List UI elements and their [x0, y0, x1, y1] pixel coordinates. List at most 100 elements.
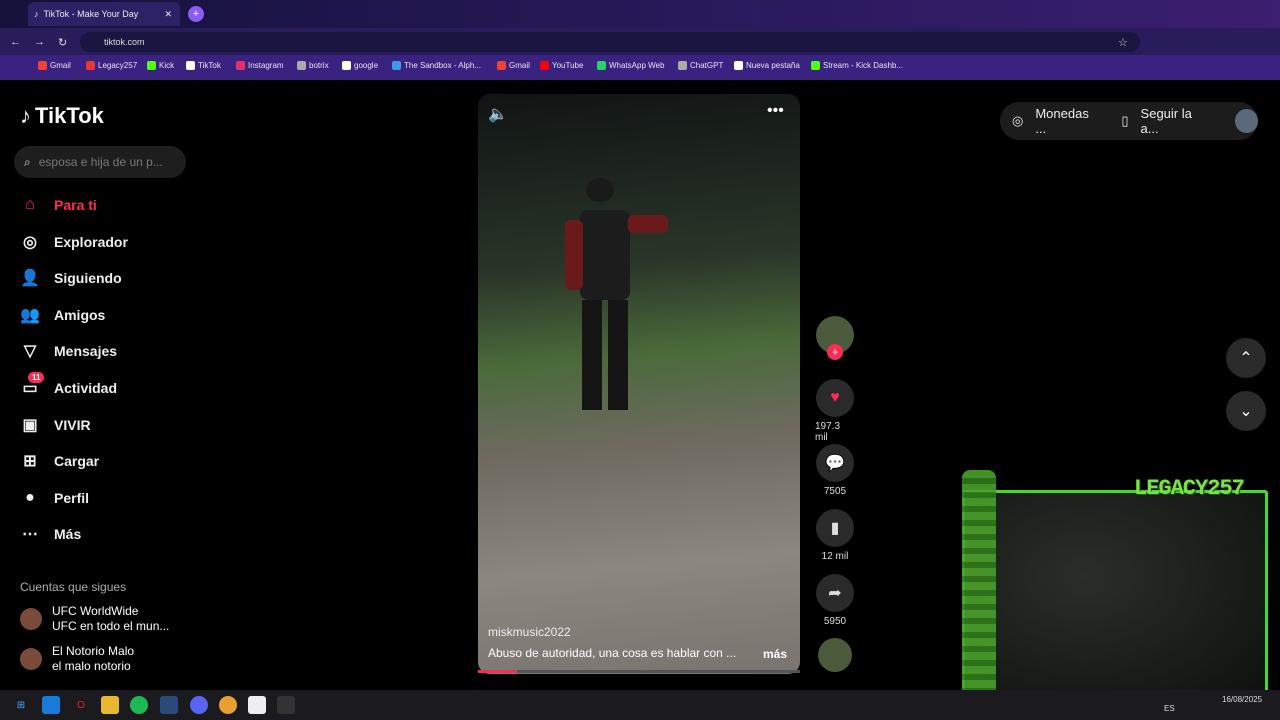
- tiktok-favicon-icon: ♪: [34, 9, 39, 19]
- creator-avatar[interactable]: +: [815, 316, 855, 360]
- like-button[interactable]: ♥ 197.3 mil: [815, 379, 855, 443]
- bookmark-item[interactable]: botrix: [297, 61, 329, 70]
- bookmark-favicon-icon: [734, 61, 743, 70]
- bookmark-item[interactable]: WhatsApp Web: [597, 61, 664, 70]
- share-button[interactable]: ➦ 5950: [815, 574, 855, 627]
- bookmark-item[interactable]: The Sandbox - Alph...: [392, 61, 481, 70]
- comment-icon: 💬: [816, 444, 854, 482]
- bookmark-favicon-icon: [392, 61, 401, 70]
- file-icon[interactable]: [248, 696, 266, 714]
- bookmark-label: Legacy257: [98, 61, 138, 70]
- tiktok-logo[interactable]: ♪ TikTok: [20, 103, 104, 129]
- more-options-icon[interactable]: •••: [767, 102, 784, 120]
- friends-icon: 👥: [20, 306, 40, 324]
- comment-button[interactable]: 💬 7505: [815, 444, 855, 497]
- bookmark-favicon-icon: [86, 61, 95, 70]
- search-input[interactable]: ⌕ esposa e hija de un p...: [14, 146, 186, 178]
- nav-label: Amigos: [54, 306, 106, 323]
- follow-app-button[interactable]: Seguir la a...: [1141, 106, 1210, 136]
- user-avatar[interactable]: [1235, 109, 1258, 133]
- like-count: 197.3 mil: [815, 421, 841, 443]
- nav-item-actividad[interactable]: ▭ 11 Actividad: [20, 372, 117, 398]
- more-link[interactable]: más: [763, 647, 787, 661]
- next-video-button[interactable]: ⌄: [1226, 391, 1266, 431]
- account-text: El Notorio Malo el malo notorio: [52, 644, 134, 674]
- webcam-overlay: [962, 490, 1268, 704]
- nav-item-explorador[interactable]: ◎ Explorador: [20, 232, 128, 252]
- volume-icon[interactable]: 🔈: [488, 104, 508, 124]
- previous-video-button[interactable]: ⌃: [1226, 338, 1266, 378]
- followed-account[interactable]: UFC WorldWide UFC en todo el mun...: [20, 604, 169, 634]
- bookmark-favicon-icon: [540, 61, 549, 70]
- video-figure: [565, 178, 668, 410]
- bookmark-item[interactable]: Stream - Kick Dashb...: [811, 61, 903, 70]
- date: 16/08/2025: [1222, 695, 1263, 704]
- nav-item-cargar[interactable]: ⊞ Cargar: [20, 451, 99, 471]
- clock[interactable]: 16/08/2025: [1222, 694, 1262, 705]
- nav-item-vivir[interactable]: ▣ VIVIR: [20, 415, 90, 435]
- bookmark-label: Nueva pestaña: [746, 61, 800, 70]
- edge-icon[interactable]: [42, 696, 60, 714]
- bookmark-item[interactable]: google: [342, 61, 378, 70]
- follow-plus-icon[interactable]: +: [827, 344, 843, 360]
- bookmark-label: WhatsApp Web: [609, 61, 665, 70]
- tiktok-note-icon: ♪: [20, 103, 31, 128]
- nav-item-perfil[interactable]: ● Perfil: [20, 488, 89, 508]
- heart-icon: ♥: [816, 379, 854, 417]
- new-tab-button[interactable]: +: [188, 6, 204, 22]
- bookmark-favicon-icon: [186, 61, 195, 70]
- video-username[interactable]: miskmusic2022: [488, 625, 571, 639]
- bookmark-favicon-icon: [678, 61, 687, 70]
- bookmark-item[interactable]: Nueva pestaña: [734, 61, 800, 70]
- save-count: 12 mil: [821, 551, 849, 562]
- coins-button[interactable]: Monedas ...: [1035, 106, 1099, 136]
- star-icon[interactable]: ☆: [1118, 36, 1128, 49]
- bookmark-item[interactable]: Kick: [147, 61, 174, 70]
- windows-start-icon[interactable]: ⊞: [12, 696, 30, 714]
- nav-item-mensajes[interactable]: ▽ Mensajes: [20, 341, 117, 361]
- bookmark-label: ChatGPT: [690, 61, 724, 70]
- url-input[interactable]: tiktok.com: [80, 32, 1140, 52]
- close-tab-icon[interactable]: ✕: [164, 9, 172, 20]
- nav-item-siguiendo[interactable]: 👤 Siguiendo: [20, 268, 122, 288]
- forward-icon[interactable]: →: [34, 36, 45, 48]
- chevron-up-icon: ⌃: [1239, 350, 1253, 367]
- back-icon[interactable]: ←: [10, 36, 21, 48]
- browser-tab[interactable]: ♪ TikTok - Make Your Day ✕: [28, 2, 180, 26]
- steam-icon[interactable]: [160, 696, 178, 714]
- bookmark-favicon-icon: [297, 61, 306, 70]
- spotify-icon[interactable]: [130, 696, 148, 714]
- bookmark-item[interactable]: Gmail: [38, 61, 71, 70]
- nav-item-amigos[interactable]: 👥 Amigos: [20, 305, 105, 325]
- bookmark-item[interactable]: Instagram: [236, 61, 284, 70]
- bookmark-favicon-icon: [597, 61, 606, 70]
- language-indicator[interactable]: ES: [1164, 704, 1175, 713]
- reload-icon[interactable]: ↻: [58, 36, 67, 49]
- chevron-down-icon: ⌄: [1239, 403, 1253, 420]
- account-sub: UFC en todo el mun...: [52, 619, 170, 633]
- bookmark-item[interactable]: Gmail: [497, 61, 530, 70]
- chrome-icon[interactable]: [219, 696, 237, 714]
- bookmark-item[interactable]: Legacy257: [86, 61, 137, 70]
- bookmark-item[interactable]: TikTok: [186, 61, 221, 70]
- nav-label: Mensajes: [54, 343, 118, 360]
- video-progress[interactable]: [478, 670, 800, 673]
- nav-item-para-ti[interactable]: ⌂ Para ti: [20, 195, 97, 215]
- opera-icon[interactable]: O: [72, 696, 90, 714]
- bookmark-label: Gmail: [509, 61, 530, 70]
- sound-disc[interactable]: [815, 638, 855, 672]
- followed-account[interactable]: El Notorio Malo el malo notorio: [20, 644, 134, 674]
- save-button[interactable]: ▮ 12 mil: [815, 509, 855, 562]
- folder-icon[interactable]: [101, 696, 119, 714]
- bookmark-item[interactable]: YouTube: [540, 61, 583, 70]
- nav-item-más[interactable]: ⋯ Más: [20, 524, 81, 544]
- profile-icon: ●: [25, 488, 35, 506]
- discord-icon[interactable]: [190, 696, 208, 714]
- epic-icon[interactable]: [277, 696, 295, 714]
- bookmark-label: Stream - Kick Dashb...: [823, 61, 904, 70]
- nav-label: Siguiendo: [54, 270, 122, 287]
- activity-badge: 11: [28, 372, 45, 383]
- account-name: El Notorio Malo: [52, 644, 135, 658]
- bookmark-label: Instagram: [248, 61, 284, 70]
- bookmark-item[interactable]: ChatGPT: [678, 61, 723, 70]
